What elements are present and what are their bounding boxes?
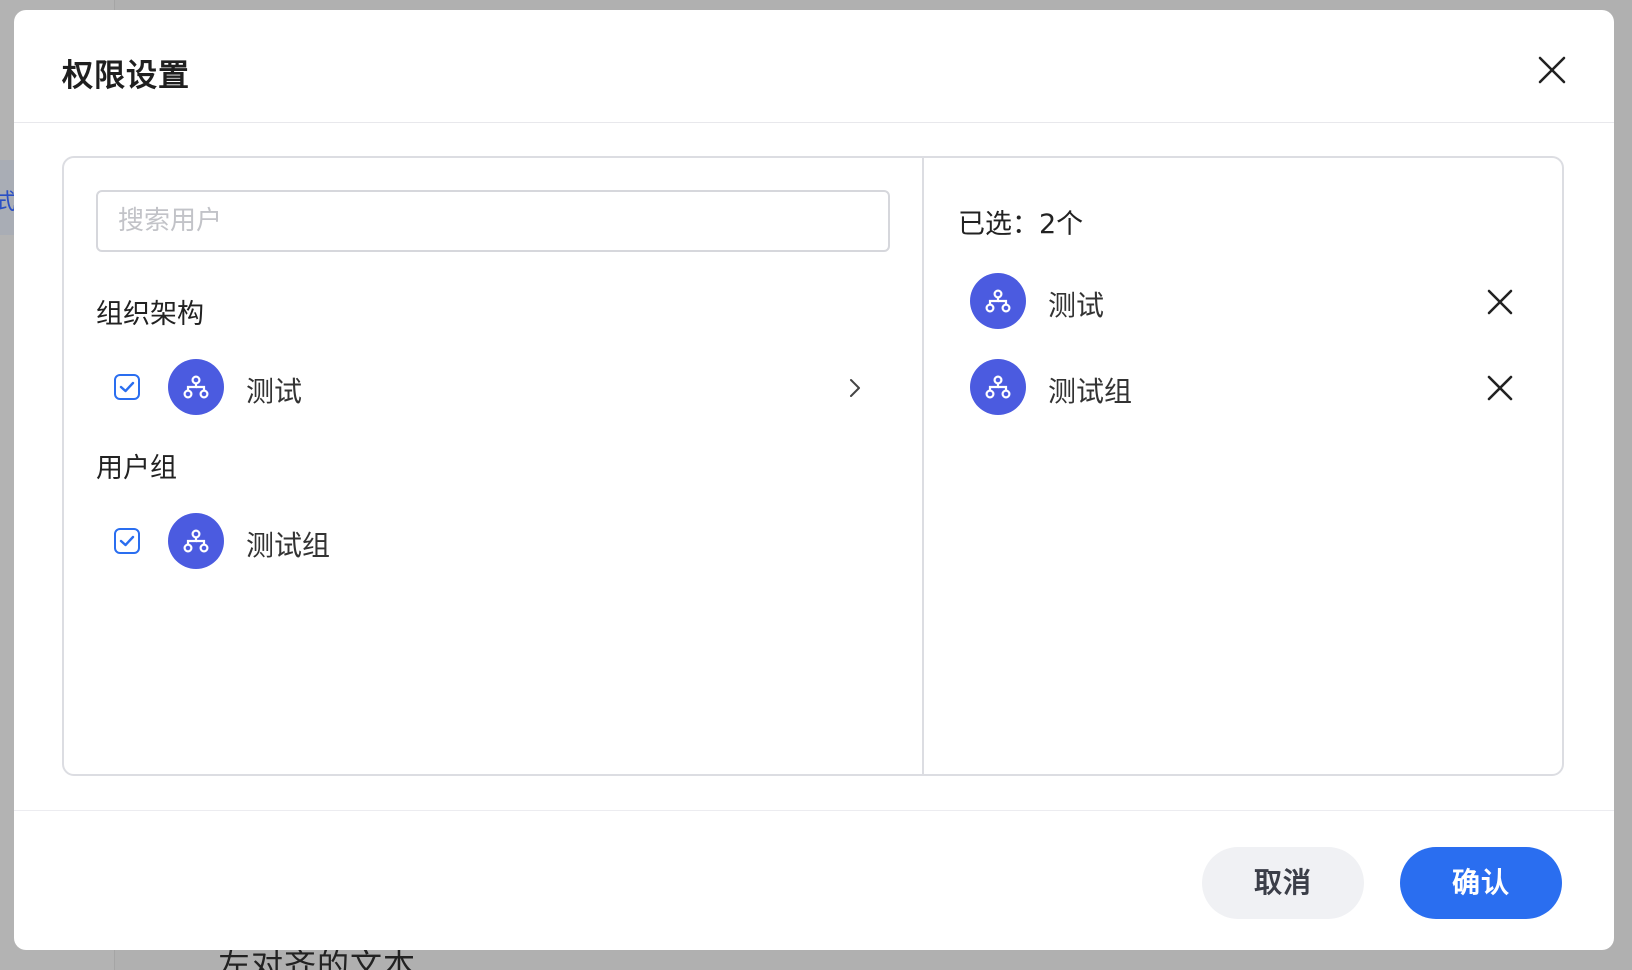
selected-item-label: 测试 <box>1048 289 1105 322</box>
selected-item: 测试 <box>958 272 1528 332</box>
tree-item-org-test[interactable]: 测试 <box>96 358 890 418</box>
check-icon <box>119 381 135 393</box>
remove-close-icon[interactable] <box>1482 370 1518 406</box>
tree-item-label: 测试 <box>246 375 303 408</box>
permission-settings-dialog: 权限设置 组织架构 <box>14 10 1614 950</box>
remove-close-icon[interactable] <box>1482 284 1518 320</box>
cancel-button[interactable]: 取消 <box>1202 847 1364 919</box>
selected-item-label: 测试组 <box>1048 375 1133 408</box>
dialog-title: 权限设置 <box>62 58 190 94</box>
dialog-header: 权限设置 <box>14 10 1614 123</box>
dialog-footer: 取消 确认 <box>14 810 1614 950</box>
org-structure-icon <box>970 273 1026 329</box>
selected-pane: 已选：2个 测试 测试组 <box>924 158 1562 774</box>
org-structure-icon <box>168 359 224 415</box>
chevron-right-icon[interactable] <box>842 376 866 400</box>
check-icon <box>119 535 135 547</box>
search-input[interactable] <box>96 190 890 252</box>
org-structure-icon <box>970 359 1026 415</box>
section-heading-groups: 用户组 <box>96 453 177 484</box>
user-picker-pane: 组织架构 测试 <box>64 158 924 774</box>
selected-count: 已选：2个 <box>958 209 1084 240</box>
section-heading-org: 组织架构 <box>96 299 204 330</box>
checkbox-checked[interactable] <box>114 374 140 400</box>
selected-item: 测试组 <box>958 358 1528 418</box>
close-icon[interactable] <box>1534 52 1570 88</box>
dialog-body: 组织架构 测试 <box>62 156 1564 776</box>
confirm-button[interactable]: 确认 <box>1400 847 1562 919</box>
tree-item-label: 测试组 <box>246 529 331 562</box>
org-structure-icon <box>168 513 224 569</box>
checkbox-checked[interactable] <box>114 528 140 554</box>
tree-item-group-test[interactable]: 测试组 <box>96 512 890 572</box>
